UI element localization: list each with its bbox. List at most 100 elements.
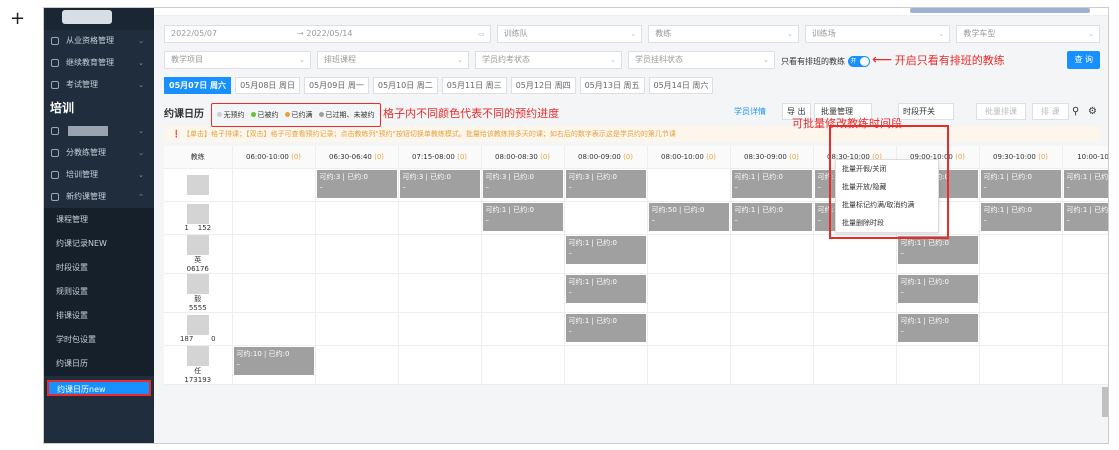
slot-cell[interactable]: 可约:3 | 已约:0– — [398, 168, 482, 202]
slot-cell[interactable] — [398, 201, 482, 235]
date-tab[interactable]: 05月08日 周日 — [235, 77, 300, 94]
slot-cell[interactable] — [232, 312, 316, 346]
slot-cell[interactable] — [730, 312, 814, 346]
slot-block[interactable]: 可约:1 | 已约:0– — [731, 202, 812, 231]
student-detail-link[interactable]: 学员详情 — [734, 103, 766, 121]
slot-cell[interactable] — [232, 273, 316, 313]
slot-cell[interactable] — [315, 201, 399, 235]
slot-cell[interactable]: 可约:1 | 已约:0– — [896, 273, 980, 313]
slot-cell[interactable] — [481, 273, 565, 313]
scrollbar[interactable] — [1102, 387, 1108, 417]
submenu-item[interactable]: 排课设置 — [44, 304, 154, 328]
slot-cell[interactable] — [481, 345, 565, 385]
slot-cell[interactable]: 可约:1 | 已约:0– — [979, 201, 1063, 235]
slot-cell[interactable] — [896, 345, 980, 385]
slot-cell[interactable] — [564, 201, 648, 235]
slot-cell[interactable] — [481, 312, 565, 346]
slot-cell[interactable] — [481, 234, 565, 274]
gear-icon[interactable]: ⚙ — [1088, 103, 1097, 121]
only-scheduled-toggle[interactable]: 开 — [847, 56, 870, 67]
exam-status-select[interactable]: 学员约考状态 ⌄ — [475, 51, 622, 69]
slot-cell[interactable] — [813, 234, 897, 274]
date-tab[interactable]: 05月09日 周一 — [303, 77, 369, 94]
slot-cell[interactable]: 可约:1 | 已约:0– — [730, 201, 814, 235]
slot-block[interactable]: 可约:3 | 已约:0– — [565, 169, 646, 198]
slot-cell[interactable]: 可约:1 | 已约:0– — [564, 312, 648, 346]
slot-cell[interactable] — [315, 273, 399, 313]
slot-block[interactable]: 可约:1 | 已约:0– — [565, 313, 646, 342]
slot-cell[interactable] — [647, 234, 731, 274]
slot-cell[interactable] — [564, 345, 648, 385]
slot-block[interactable]: 可约:1 | 已约:0– — [897, 274, 978, 303]
slot-cell[interactable]: 可约:1 | 已约:0– — [564, 234, 648, 274]
slot-cell[interactable] — [1062, 312, 1108, 346]
slot-cell[interactable]: 可约:3 | 已约:0– — [564, 168, 648, 202]
slot-block[interactable]: 可约:1 | 已约:0– — [897, 235, 978, 264]
coach-select[interactable]: 教练 ⌄ — [648, 25, 799, 43]
slot-block[interactable]: 可约:1 | 已约:0– — [482, 202, 563, 231]
slot-cell[interactable] — [979, 345, 1063, 385]
slot-cell[interactable] — [813, 345, 897, 385]
slot-block[interactable]: 可约:1 | 已约:0– — [980, 169, 1061, 198]
slot-cell[interactable] — [398, 273, 482, 313]
slot-cell[interactable]: 可约:10 | 已约:0– — [232, 345, 316, 385]
slot-cell[interactable] — [1062, 345, 1108, 385]
date-tab[interactable]: 05月12日 周四 — [510, 77, 576, 94]
slot-cell[interactable]: 可约:50 | 已约:0– — [647, 201, 731, 235]
slot-cell[interactable] — [979, 312, 1063, 346]
sidebar-item-2[interactable]: 考试管理 ⌄ — [44, 74, 154, 96]
date-tab[interactable]: 05月13日 周五 — [579, 77, 645, 94]
slot-cell[interactable]: 可约:1 | 已约:0– — [979, 168, 1063, 202]
slot-block[interactable]: 可约:3 | 已约:0– — [482, 169, 563, 198]
slot-cell[interactable] — [232, 168, 316, 202]
slot-cell[interactable] — [398, 234, 482, 274]
plus-icon[interactable]: + — [10, 10, 25, 28]
schedule-button[interactable]: 排 课 — [1032, 103, 1069, 120]
date-tab[interactable]: 05月11日 周三 — [441, 77, 507, 94]
slot-cell[interactable] — [813, 312, 897, 346]
slot-block[interactable]: 可约:3 | 已约:0– — [399, 169, 480, 198]
pin-icon[interactable]: ⚲ — [1072, 103, 1079, 121]
slot-cell[interactable] — [730, 345, 814, 385]
slot-cell[interactable]: 可约:1 | 已约:0– — [1062, 168, 1108, 202]
slot-cell[interactable] — [315, 312, 399, 346]
slot-cell[interactable]: 可约:1 | 已约:0– — [481, 201, 565, 235]
sidebar-item2-1[interactable]: 培训管理 ⌄ — [44, 164, 154, 186]
slot-cell[interactable] — [647, 168, 731, 202]
slot-block[interactable]: 可约:1 | 已约:0– — [897, 313, 978, 342]
slot-cell[interactable] — [1062, 234, 1108, 274]
submenu-item-active[interactable]: 约课日历new — [47, 380, 151, 396]
slot-block[interactable]: 可约:1 | 已约:0– — [980, 202, 1061, 231]
slot-cell[interactable] — [813, 273, 897, 313]
submenu-item[interactable]: 约课记录NEW — [44, 232, 154, 256]
slot-block[interactable]: 可约:1 | 已约:0– — [1063, 202, 1108, 231]
slot-block[interactable]: 可约:3 | 已约:0– — [316, 169, 397, 198]
slot-cell[interactable]: 可约:1 | 已约:0– — [564, 273, 648, 313]
submenu-item[interactable]: 课程管理 — [44, 208, 154, 232]
slot-cell[interactable]: 可约:1 | 已约:0– — [730, 168, 814, 202]
slot-cell[interactable] — [647, 345, 731, 385]
slot-cell[interactable] — [979, 273, 1063, 313]
slot-block[interactable]: 可约:1 | 已约:0– — [731, 169, 812, 198]
sidebar-item-1[interactable]: 继续教育管理 ⌄ — [44, 52, 154, 74]
course-select[interactable]: 排班课程 ⌄ — [317, 51, 469, 69]
slot-cell[interactable]: 可约:1 | 已约:0– — [896, 234, 980, 274]
date-range-input[interactable]: 2022/05/07 → 2022/05/14 ▭ — [164, 25, 491, 43]
slot-cell[interactable] — [398, 312, 482, 346]
sidebar-item2-0[interactable]: 分教练管理 ⌄ — [44, 142, 154, 164]
slot-cell[interactable] — [315, 234, 399, 274]
slot-cell[interactable] — [979, 234, 1063, 274]
project-select[interactable]: 教学项目 ⌄ — [164, 51, 311, 69]
slot-cell[interactable] — [1062, 273, 1108, 313]
slot-block[interactable]: 可约:10 | 已约:0– — [233, 346, 314, 375]
submenu-item[interactable]: 规则设置 — [44, 280, 154, 304]
slot-cell[interactable]: 可约:3 | 已约:0– — [481, 168, 565, 202]
slot-cell[interactable]: 可约:3 | 已约:0– — [315, 168, 399, 202]
team-select[interactable]: 训练队 ⌄ — [496, 25, 643, 43]
slot-cell[interactable] — [647, 273, 731, 313]
submenu-item[interactable]: 学时包设置 — [44, 328, 154, 352]
slot-block[interactable]: 可约:1 | 已约:0– — [565, 274, 646, 303]
car-type-select[interactable]: 教学车型 ⌄ — [956, 25, 1100, 43]
sidebar-item-0[interactable]: 从业资格管理 ⌄ — [44, 30, 154, 52]
fail-status-select[interactable]: 学员挂科状态 ⌄ — [628, 51, 775, 69]
